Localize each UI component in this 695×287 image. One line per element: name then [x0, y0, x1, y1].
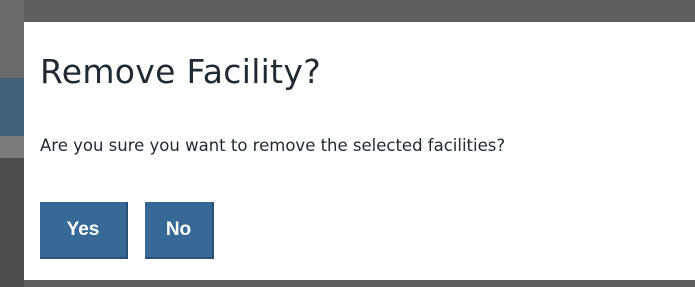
- dialog-message: Are you sure you want to remove the sele…: [40, 136, 506, 155]
- dialog-title: Remove Facility?: [40, 52, 322, 91]
- yes-button[interactable]: Yes: [40, 202, 128, 259]
- background-page-overlay: [0, 0, 24, 78]
- no-button[interactable]: No: [145, 202, 214, 259]
- background-page-content: [0, 158, 24, 287]
- background-page-row: [0, 136, 24, 158]
- background-page-header: [0, 78, 24, 136]
- remove-facility-dialog: Remove Facility? Are you sure you want t…: [24, 22, 695, 280]
